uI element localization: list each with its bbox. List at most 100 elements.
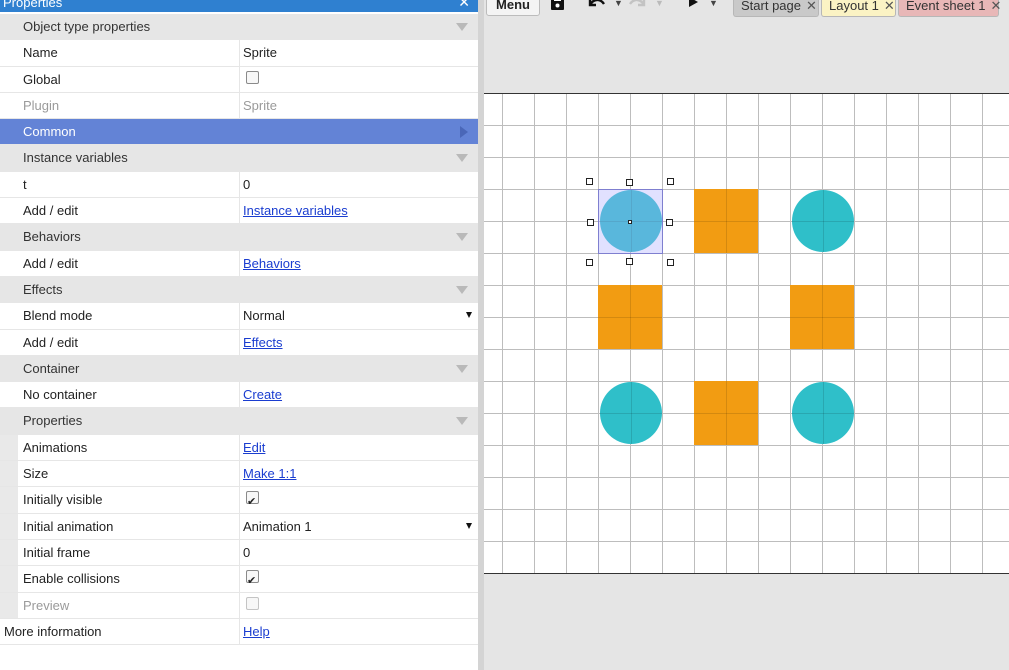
blend-mode-value[interactable]: Normal <box>239 303 478 329</box>
behaviors-edit-value[interactable]: Behaviors <box>239 250 478 276</box>
layout-canvas[interactable] <box>484 93 1009 574</box>
animations-link[interactable]: Edit <box>243 440 265 455</box>
property-label: Instance variables <box>23 150 128 166</box>
property-row-t: t0 <box>0 171 478 199</box>
initial-animation-select[interactable]: Animation 1 <box>243 519 312 534</box>
property-row-blend-mode: Blend mode Normal <box>0 303 478 330</box>
property-row-name: Name Sprite <box>0 40 478 67</box>
animations-value[interactable]: Edit <box>239 434 478 461</box>
circle-sprite[interactable] <box>600 382 662 444</box>
tab-event-sheet-1[interactable]: Event sheet 1 ✕ <box>898 0 1002 17</box>
square-sprite[interactable] <box>790 285 854 349</box>
redo-dropdown-icon[interactable]: ▼ <box>655 0 664 8</box>
collapse-triangle-icon[interactable] <box>456 417 468 426</box>
collapse-triangle-icon[interactable] <box>456 154 468 163</box>
effects-edit-value[interactable]: Effects <box>239 329 478 355</box>
category-properties[interactable]: Properties <box>0 408 478 435</box>
size-link[interactable]: Make 1:1 <box>243 466 296 481</box>
tab-close-icon[interactable]: ✕ <box>991 0 1002 13</box>
undo-icon[interactable] <box>587 0 605 14</box>
enable-collisions-value[interactable] <box>239 566 478 594</box>
collapse-triangle-icon[interactable] <box>456 233 468 242</box>
initial-frame-text[interactable]: 0 <box>243 545 250 560</box>
square-sprite[interactable] <box>694 381 758 445</box>
property-label: Preview <box>23 597 70 613</box>
more-information-value[interactable]: Help <box>239 618 478 645</box>
more-information-link[interactable]: Help <box>243 624 270 639</box>
resize-handle[interactable] <box>586 178 593 185</box>
resize-handle[interactable] <box>626 258 633 265</box>
instance-variables-edit-link[interactable]: Instance variables <box>243 203 348 218</box>
container-create-value[interactable]: Create <box>239 382 478 408</box>
name-value[interactable]: Sprite <box>239 40 478 66</box>
category-effects[interactable]: Effects <box>0 276 478 304</box>
t-value[interactable]: 0 <box>239 171 478 198</box>
property-row-plugin: Plugin Sprite <box>0 92 478 120</box>
resize-handle[interactable] <box>586 259 593 266</box>
category-instance-variables[interactable]: Instance variables <box>0 145 478 172</box>
behaviors-edit-link[interactable]: Behaviors <box>243 256 301 271</box>
property-label: Global <box>23 71 61 87</box>
property-row-enable-collisions: Enable collisions <box>0 566 478 594</box>
instance-variables-edit-value[interactable]: Instance variables <box>239 198 478 224</box>
play-icon[interactable] <box>687 0 699 12</box>
property-label: Container <box>23 360 80 376</box>
blend-mode-select[interactable]: Normal <box>243 308 285 323</box>
tab-close-icon[interactable]: ✕ <box>884 0 895 13</box>
preview-value[interactable] <box>239 592 478 618</box>
origin-point <box>628 220 632 224</box>
square-sprite[interactable] <box>598 285 662 349</box>
resize-handle[interactable] <box>666 219 673 226</box>
initial-animation-value[interactable]: Animation 1 <box>239 513 478 539</box>
collapse-triangle-icon[interactable] <box>456 23 468 31</box>
global-value[interactable] <box>239 66 478 92</box>
collapse-triangle-icon[interactable] <box>456 285 468 294</box>
collapse-triangle-icon[interactable] <box>456 364 468 373</box>
container-create-link[interactable]: Create <box>243 387 282 402</box>
resize-handle[interactable] <box>626 179 633 186</box>
expand-triangle-icon[interactable] <box>460 126 468 139</box>
category-behaviors[interactable]: Behaviors <box>0 224 478 251</box>
property-label: Behaviors <box>23 229 81 245</box>
property-row-initial-animation: Initial animation Animation 1 <box>0 513 478 540</box>
circle-sprite[interactable] <box>792 382 854 444</box>
global-checkbox[interactable] <box>246 70 259 84</box>
category-common[interactable]: Common <box>0 119 478 146</box>
plugin-value[interactable]: Sprite <box>239 92 478 119</box>
redo-icon[interactable] <box>629 0 647 14</box>
tab-close-icon[interactable]: ✕ <box>806 0 817 13</box>
tab-label: Layout 1 <box>829 0 879 13</box>
category-container[interactable]: Container <box>0 355 478 383</box>
dropdown-arrow-icon[interactable] <box>466 522 472 529</box>
properties-panel: Properties ✕ Object type properties Name S… <box>0 0 478 670</box>
enable-collisions-checkbox[interactable] <box>246 568 259 594</box>
resize-handle[interactable] <box>667 259 674 266</box>
dropdown-arrow-icon[interactable] <box>466 312 472 319</box>
run-dropdown-icon[interactable]: ▼ <box>709 0 718 8</box>
name-text[interactable]: Sprite <box>243 45 277 60</box>
initially-visible-checkbox[interactable] <box>246 489 259 515</box>
undo-dropdown-icon[interactable]: ▼ <box>614 0 623 8</box>
initial-frame-value[interactable]: 0 <box>239 539 478 566</box>
size-value[interactable]: Make 1:1 <box>239 461 478 487</box>
square-sprite[interactable] <box>694 189 758 253</box>
property-row-preview: Preview <box>0 592 478 619</box>
property-label: Initial frame <box>23 544 91 560</box>
save-icon[interactable] <box>550 0 565 15</box>
resize-handle[interactable] <box>587 219 594 226</box>
property-label: Animations <box>23 439 88 455</box>
circle-sprite[interactable] <box>792 190 854 252</box>
category-object-type-properties[interactable]: Object type properties <box>0 14 478 41</box>
tab-start-page[interactable]: Start page ✕ <box>733 0 819 17</box>
property-label: Name <box>23 45 58 61</box>
resize-handle[interactable] <box>667 178 674 185</box>
plugin-text[interactable]: Sprite <box>243 98 277 113</box>
effects-edit-link[interactable]: Effects <box>243 335 283 350</box>
tab-layout-1[interactable]: Layout 1 ✕ <box>821 0 896 17</box>
tab-label: Event sheet 1 <box>906 0 986 13</box>
initially-visible-value[interactable] <box>239 487 478 515</box>
close-icon[interactable]: ✕ <box>458 0 470 10</box>
menu-button[interactable]: Menu <box>486 0 540 16</box>
t-text[interactable]: 0 <box>243 177 250 192</box>
property-label: t <box>23 176 27 192</box>
